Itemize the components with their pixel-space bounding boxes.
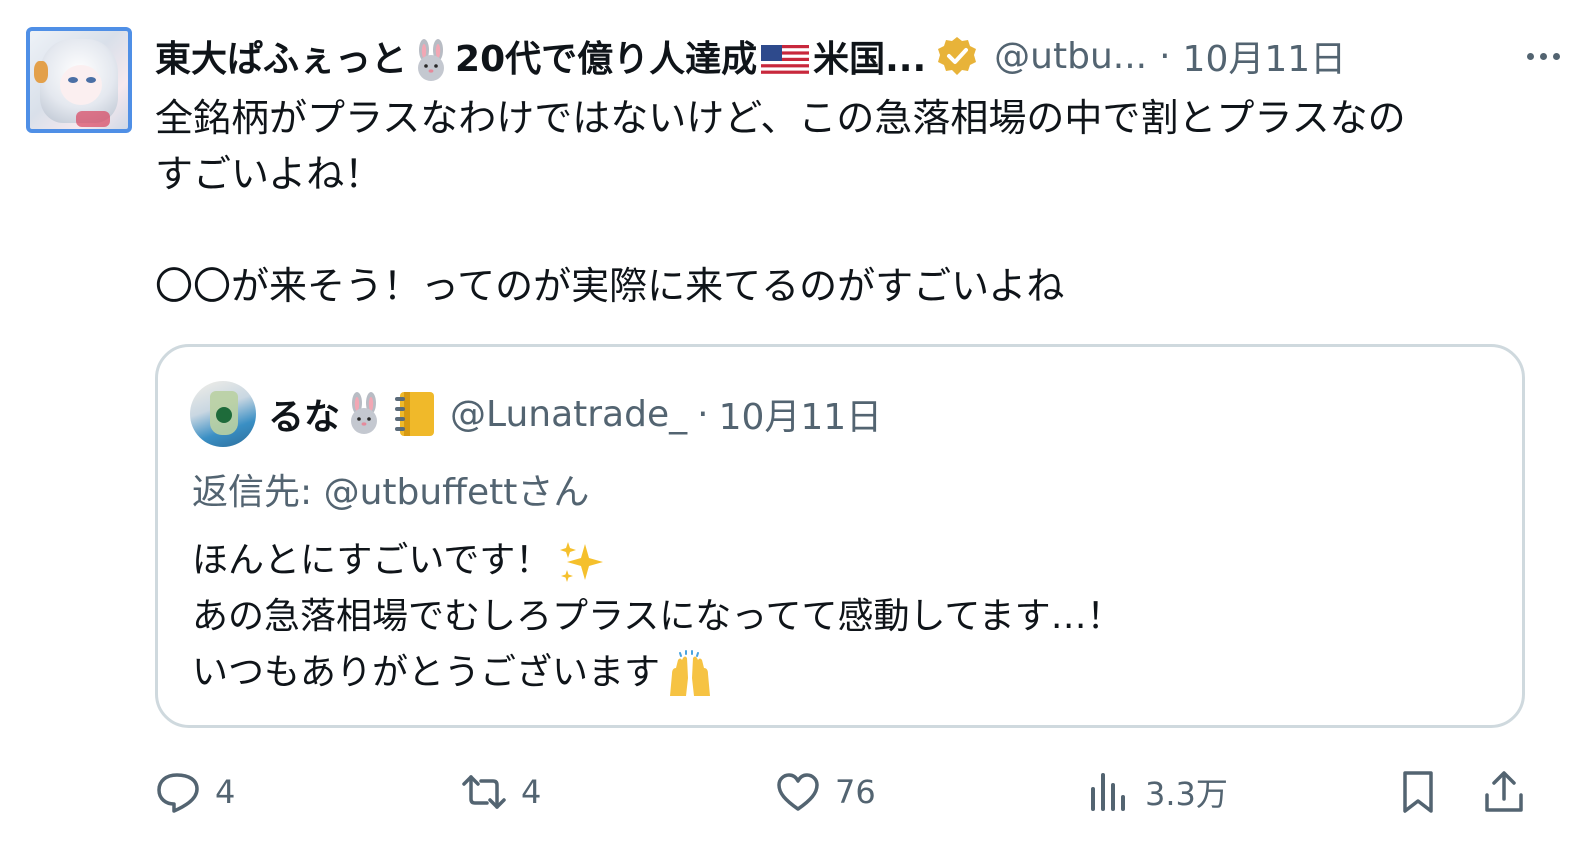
reply-to-label: 返信先: [192, 472, 324, 513]
retweet-icon [462, 775, 506, 809]
quoted-tweet-text: ほんとにすごいです！ あの急落相場でむしろプラスになってて感動してます…！ いつ… [192, 533, 1492, 701]
reply-icon [157, 773, 199, 813]
bookmark-icon [1403, 771, 1433, 813]
rabbit-emoji-icon [418, 38, 445, 81]
quoted-text-line-3: いつもありがとうございます [192, 652, 661, 693]
like-count: 76 [835, 773, 876, 811]
share-button[interactable] [1481, 762, 1527, 822]
avatar-eye [86, 77, 96, 83]
like-button[interactable]: 76 [775, 762, 876, 822]
raising-hands-emoji-icon [670, 650, 711, 696]
tweet-text: 全銘柄がプラスなわけではないけど、この急落相場の中で割とプラスなの すごいよね！… [155, 90, 1555, 314]
heart-icon [777, 773, 819, 811]
notebook-emoji-icon [395, 392, 435, 436]
display-name-part1: 東大ぱふぇっと [155, 38, 408, 80]
tweet-header: 東大ぱふぇっと 20代で億り人達成 米国... @utbu... · 10月11… [155, 30, 1565, 82]
separator-dot: · [697, 393, 709, 435]
reply-to-mention: @utbuffettさん [323, 472, 590, 513]
retweet-count: 4 [521, 773, 542, 811]
views-icon [1091, 773, 1125, 811]
quoted-tweet[interactable]: るな @Lunatrade_ · 10月11日 返信先: @utbuffettさ… [155, 344, 1525, 728]
action-bar: 4 4 76 3.3万 [155, 762, 1535, 822]
display-name-part3: 米国... [813, 38, 927, 80]
tweet-text-line: 全銘柄がプラスなわけではないけど、この急落相場の中で割とプラスなの [155, 96, 1406, 140]
bookmark-button[interactable] [1395, 762, 1441, 822]
author-avatar[interactable] [26, 27, 132, 133]
verified-badge-icon[interactable] [936, 35, 978, 77]
quoted-text-line: あの急落相場でむしろプラスになってて感動してます…！ [192, 596, 1123, 637]
quoted-tweet-header: るな @Lunatrade_ · 10月11日 [190, 381, 882, 447]
quoted-text-line-1: ほんとにすごいです！ [192, 540, 552, 581]
avatar-logo [216, 407, 232, 423]
quoted-author-handle: @Lunatrade_ [450, 393, 688, 435]
reply-to-line: 返信先: @utbuffettさん [192, 463, 589, 515]
quoted-tweet-date: 10月11日 [718, 397, 883, 438]
author-handle[interactable]: @utbu... [994, 36, 1147, 77]
display-name[interactable]: 東大ぱふぇっと 20代で億り人達成 米国... [155, 30, 926, 83]
retweet-button[interactable]: 4 [461, 762, 541, 822]
us-flag-emoji-icon [761, 44, 810, 77]
quoted-text-line: いつもありがとうございます [192, 645, 1492, 701]
tweet: 東大ぱふぇっと 20代で億り人達成 米国... @utbu... · 10月11… [0, 0, 1587, 845]
views-button[interactable]: 3.3万 [1085, 762, 1228, 822]
tweet-text-line [155, 202, 1555, 258]
avatar-eye [68, 77, 78, 83]
views-count: 3.3万 [1145, 775, 1228, 813]
avatar-face [60, 65, 102, 105]
quoted-author-name: るな [268, 397, 341, 438]
display-name-part2: 20代で億り人達成 [455, 38, 758, 80]
sparkles-emoji-icon [560, 542, 604, 582]
reply-button[interactable]: 4 [155, 762, 235, 822]
tweet-text-line: 〇〇が来そう！ってのが実際に来てるのがすごいよね [155, 264, 1065, 308]
avatar-ribbon [76, 111, 110, 127]
quoted-text-line: ほんとにすごいです！ [192, 533, 1492, 589]
avatar-accessory [34, 61, 48, 83]
quoted-author-avatar [190, 381, 256, 447]
tweet-text-line: すごいよね！ [155, 152, 383, 196]
share-icon [1485, 771, 1523, 812]
reply-count: 4 [215, 773, 236, 811]
rabbit-emoji-icon [351, 392, 378, 434]
tweet-date[interactable]: 10月11日 [1183, 30, 1347, 82]
separator-dot: · [1159, 35, 1171, 77]
more-icon[interactable] [1521, 38, 1565, 74]
